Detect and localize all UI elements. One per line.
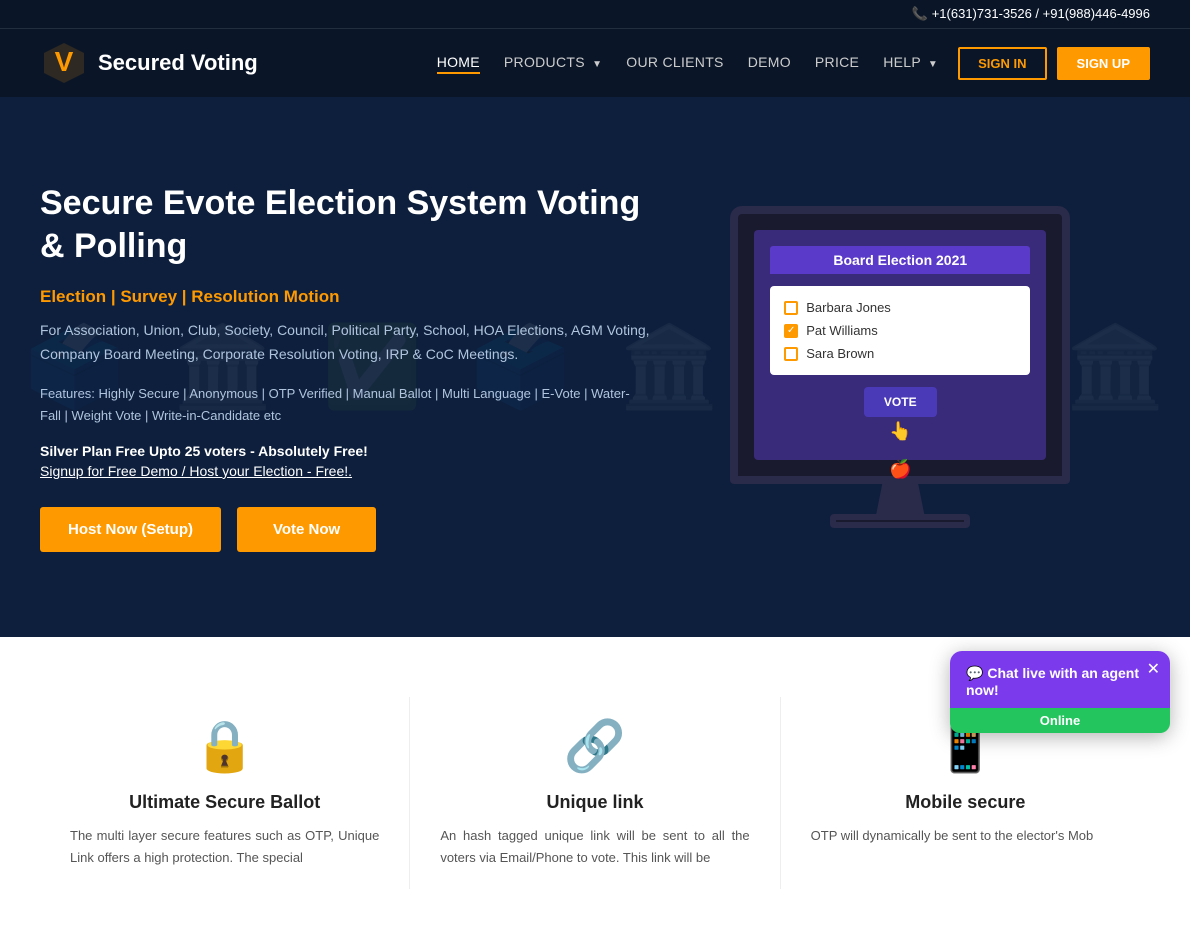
chat-icon: 💬 <box>966 665 987 681</box>
feature-card-secure-ballot: 🔒 Ultimate Secure Ballot The multi layer… <box>40 697 410 889</box>
feature-title-mobile-secure: Mobile secure <box>811 792 1120 813</box>
ballot-option-2: ✓ Pat Williams <box>784 319 1016 342</box>
hand-icon: 👆 <box>864 421 937 442</box>
logo-icon: V <box>40 39 88 87</box>
phone-number: +1(631)731-3526 / +91(988)446-4996 <box>932 6 1150 21</box>
chat-online-status[interactable]: Online <box>950 708 1170 733</box>
candidate-name-1: Barbara Jones <box>806 300 891 315</box>
nav-clients[interactable]: OUR CLIENTS <box>626 54 723 70</box>
ballot-options: Barbara Jones ✓ Pat Williams Sara Brown <box>770 286 1030 375</box>
hero-section: 🗳️🏛️✅🗳️ 🏛️✅🗳️🏛️ Secure Evote Election Sy… <box>0 97 1190 637</box>
phone-icon: 📞 <box>912 6 928 21</box>
navbar: V Secured Voting HOME PRODUCTS ▼ OUR CLI… <box>0 28 1190 97</box>
monitor-base <box>830 514 970 528</box>
hero-plan: Silver Plan Free Upto 25 voters - Absolu… <box>40 443 651 459</box>
feature-title-unique-link: Unique link <box>440 792 749 813</box>
candidate-name-3: Sara Brown <box>806 346 874 361</box>
nav-buttons: SIGN IN SIGN UP <box>958 47 1150 80</box>
ballot-option-1: Barbara Jones <box>784 296 1016 319</box>
top-bar: 📞 +1(631)731-3526 / +91(988)446-4996 <box>0 0 1190 28</box>
products-dropdown-arrow: ▼ <box>592 59 602 70</box>
chat-widget: ✕ 💬 Chat live with an agent now! Online <box>950 651 1170 733</box>
nav-home[interactable]: HOME <box>437 54 480 74</box>
feature-desc-unique-link: An hash tagged unique link will be sent … <box>440 825 749 869</box>
checkbox-unchecked-3 <box>784 347 798 361</box>
vote-now-button[interactable]: Vote Now <box>237 507 376 552</box>
envelope-area: VOTE 👆 <box>770 387 1030 444</box>
monitor-wrapper: Board Election 2021 Barbara Jones ✓ Pat … <box>730 206 1070 528</box>
monitor-stand <box>870 484 930 514</box>
monitor-screen: Board Election 2021 Barbara Jones ✓ Pat … <box>754 230 1046 460</box>
hero-title: Secure Evote Election System Voting & Po… <box>40 182 651 267</box>
logo-text: Secured Voting <box>98 50 258 76</box>
hero-features: Features: Highly Secure | Anonymous | OT… <box>40 383 651 427</box>
monitor-body: Board Election 2021 Barbara Jones ✓ Pat … <box>730 206 1070 484</box>
feature-title-secure-ballot: Ultimate Secure Ballot <box>70 792 379 813</box>
signin-button[interactable]: SIGN IN <box>958 47 1046 80</box>
lock-icon: 🔒 <box>70 717 379 776</box>
nav-demo[interactable]: DEMO <box>748 54 791 70</box>
hero-signup-link[interactable]: Signup for Free Demo / Host your Electio… <box>40 463 352 479</box>
vote-button-monitor[interactable]: VOTE <box>864 387 937 417</box>
hero-monitor-image: Board Election 2021 Barbara Jones ✓ Pat … <box>651 206 1151 528</box>
apple-logo: 🍎 <box>889 459 911 480</box>
logo-area: V Secured Voting <box>40 39 258 87</box>
nav-price[interactable]: PRICE <box>815 54 859 70</box>
checkbox-unchecked-1 <box>784 301 798 315</box>
feature-desc-mobile-secure: OTP will dynamically be sent to the elec… <box>811 825 1120 847</box>
signup-button[interactable]: SIGN UP <box>1057 47 1150 80</box>
feature-card-unique-link: 🔗 Unique link An hash tagged unique link… <box>410 697 780 889</box>
nav-links: HOME PRODUCTS ▼ OUR CLIENTS DEMO PRICE H… <box>437 54 938 72</box>
link-icon: 🔗 <box>440 717 749 776</box>
hero-cta-buttons: Host Now (Setup) Vote Now <box>40 507 651 552</box>
chat-close-button[interactable]: ✕ <box>1147 659 1160 679</box>
hero-subtitle: Election | Survey | Resolution Motion <box>40 287 651 307</box>
ballot-option-3: Sara Brown <box>784 342 1016 365</box>
host-now-button[interactable]: Host Now (Setup) <box>40 507 221 552</box>
nav-products[interactable]: PRODUCTS ▼ <box>504 54 602 70</box>
election-title-bar: Board Election 2021 <box>770 246 1030 274</box>
hero-content: Secure Evote Election System Voting & Po… <box>40 182 651 552</box>
help-dropdown-arrow: ▼ <box>928 59 938 70</box>
candidate-name-2: Pat Williams <box>806 323 878 338</box>
hero-description: For Association, Union, Club, Society, C… <box>40 319 651 367</box>
nav-help[interactable]: HELP ▼ <box>883 54 938 70</box>
chat-message: Chat live with an agent now! <box>966 665 1139 698</box>
svg-text:V: V <box>55 46 74 77</box>
checkbox-checked-2: ✓ <box>784 324 798 338</box>
feature-desc-secure-ballot: The multi layer secure features such as … <box>70 825 379 869</box>
